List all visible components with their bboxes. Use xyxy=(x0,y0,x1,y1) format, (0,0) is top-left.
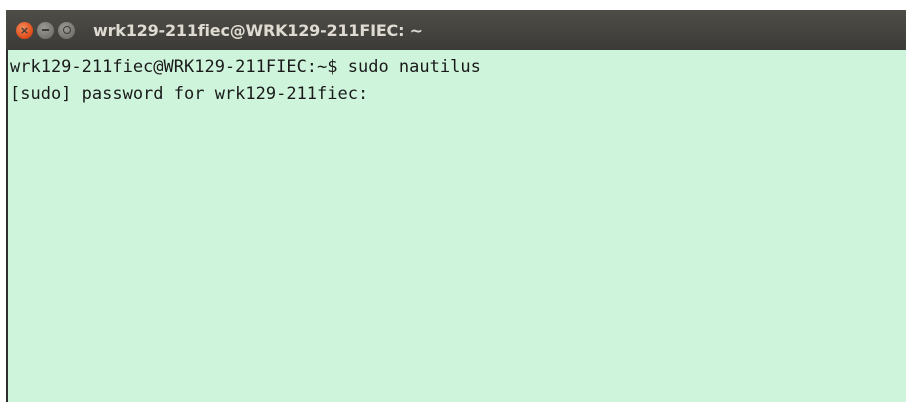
terminal-line-command: wrk129-211fiec@WRK129-211FIEC:~$ sudo na… xyxy=(10,57,481,77)
terminal-line-password-prompt: [sudo] password for wrk129-211fiec: xyxy=(10,84,369,104)
terminal-window: × wrk129-211fiec@WRK129-211FIEC: ~ wrk12… xyxy=(6,10,906,402)
window-title: wrk129-211fiec@WRK129-211FIEC: ~ xyxy=(93,20,423,40)
title-bar[interactable]: × wrk129-211fiec@WRK129-211FIEC: ~ xyxy=(6,10,906,50)
minimize-icon[interactable] xyxy=(37,21,54,39)
close-icon[interactable]: × xyxy=(16,21,33,39)
maximize-icon[interactable] xyxy=(58,21,75,39)
window-controls: × xyxy=(16,21,79,39)
terminal-output[interactable]: wrk129-211fiec@WRK129-211FIEC:~$ sudo na… xyxy=(6,50,906,402)
